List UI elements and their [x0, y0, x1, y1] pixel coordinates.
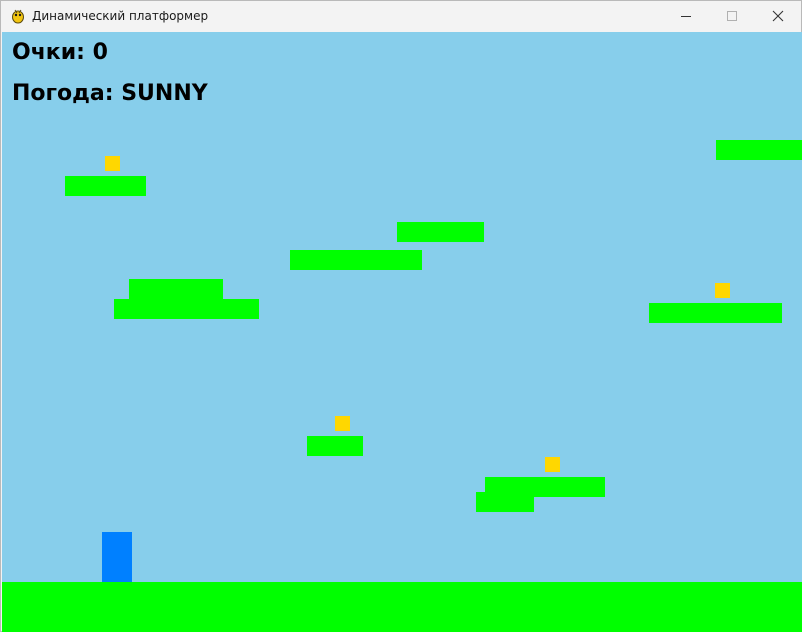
score-label: Очки: 0 [12, 40, 108, 65]
platform [716, 140, 802, 160]
game-canvas[interactable]: Очки: 0 Погода: SUNNY [2, 32, 802, 632]
maximize-button[interactable] [709, 1, 755, 31]
platform [476, 492, 534, 512]
platform [397, 222, 484, 242]
platform [129, 279, 223, 299]
close-icon [772, 10, 784, 22]
platform [114, 299, 259, 319]
weather-label: Погода: SUNNY [12, 81, 208, 106]
minimize-button[interactable] [663, 1, 709, 31]
game-window: Динамический платформер Очки: 0 Погода: … [0, 0, 802, 632]
coin [105, 156, 120, 171]
title-bar[interactable]: Динамический платформер [1, 1, 801, 31]
platform [65, 176, 146, 196]
close-button[interactable] [755, 1, 801, 31]
platform [307, 436, 363, 456]
window-title: Динамический платформер [32, 9, 209, 23]
player [102, 532, 132, 582]
maximize-icon [727, 11, 737, 21]
minimize-icon [681, 16, 691, 17]
platform [649, 303, 782, 323]
coin [545, 457, 560, 472]
ground [2, 582, 802, 632]
coin [715, 283, 730, 298]
pygame-snake-icon [12, 9, 24, 24]
coin [335, 416, 350, 431]
platform [290, 250, 422, 270]
